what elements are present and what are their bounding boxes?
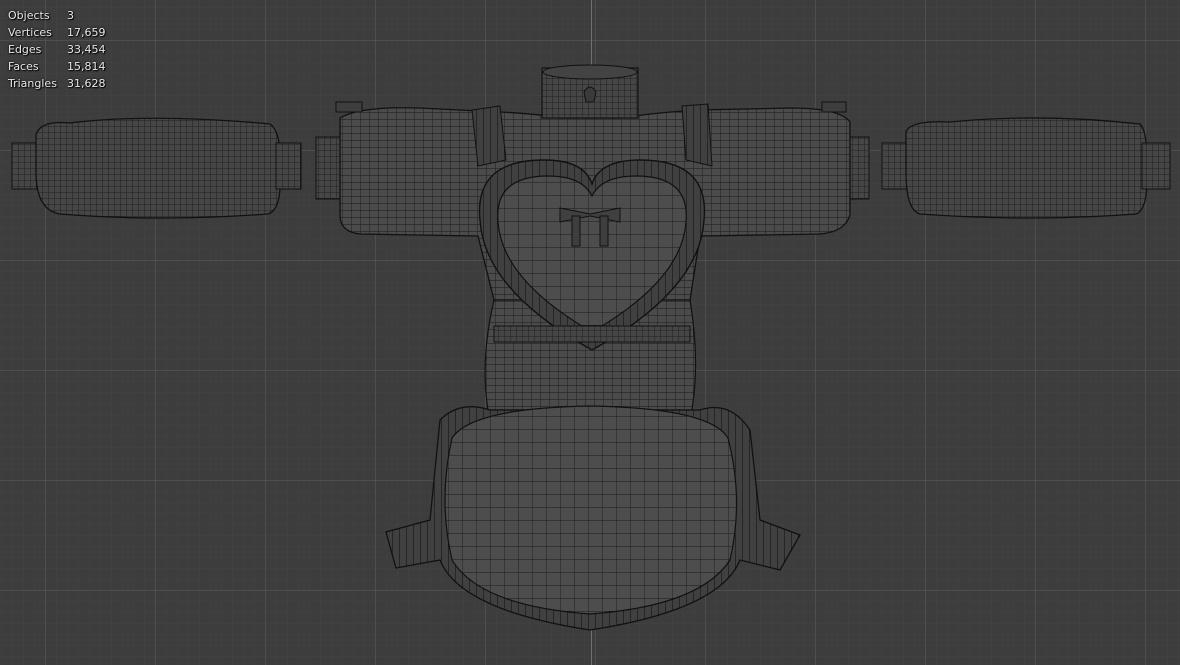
apron-skirt [385,405,801,631]
stat-value: 15,814 [67,60,106,73]
stat-value: 17,659 [67,26,106,39]
stat-label: Vertices [8,26,52,39]
stat-row-vertices: Vertices 17,659 [8,24,106,41]
stat-row-edges: Edges 33,454 [8,41,106,58]
stat-label: Objects [8,9,50,22]
viewport-statistics: Objects 3 Vertices 17,659 Edges 33,454 F… [8,7,106,92]
collar [541,64,639,119]
left-sleeve-cuff [11,117,302,219]
wireframe-mesh[interactable] [0,0,1180,665]
stat-row-triangles: Triangles 31,628 [8,75,106,92]
stat-row-faces: Faces 15,814 [8,58,106,75]
stat-value: 33,454 [67,43,106,56]
stat-value: 31,628 [67,77,106,90]
right-sleeve-cuff [881,117,1171,219]
stat-label: Edges [8,43,42,56]
waist-band [493,325,691,343]
stat-label: Faces [8,60,39,73]
3d-viewport[interactable]: Objects 3 Vertices 17,659 Edges 33,454 F… [0,0,1180,665]
stat-value: 3 [67,9,74,22]
stat-label: Triangles [8,77,57,90]
stat-row-objects: Objects 3 [8,7,106,24]
